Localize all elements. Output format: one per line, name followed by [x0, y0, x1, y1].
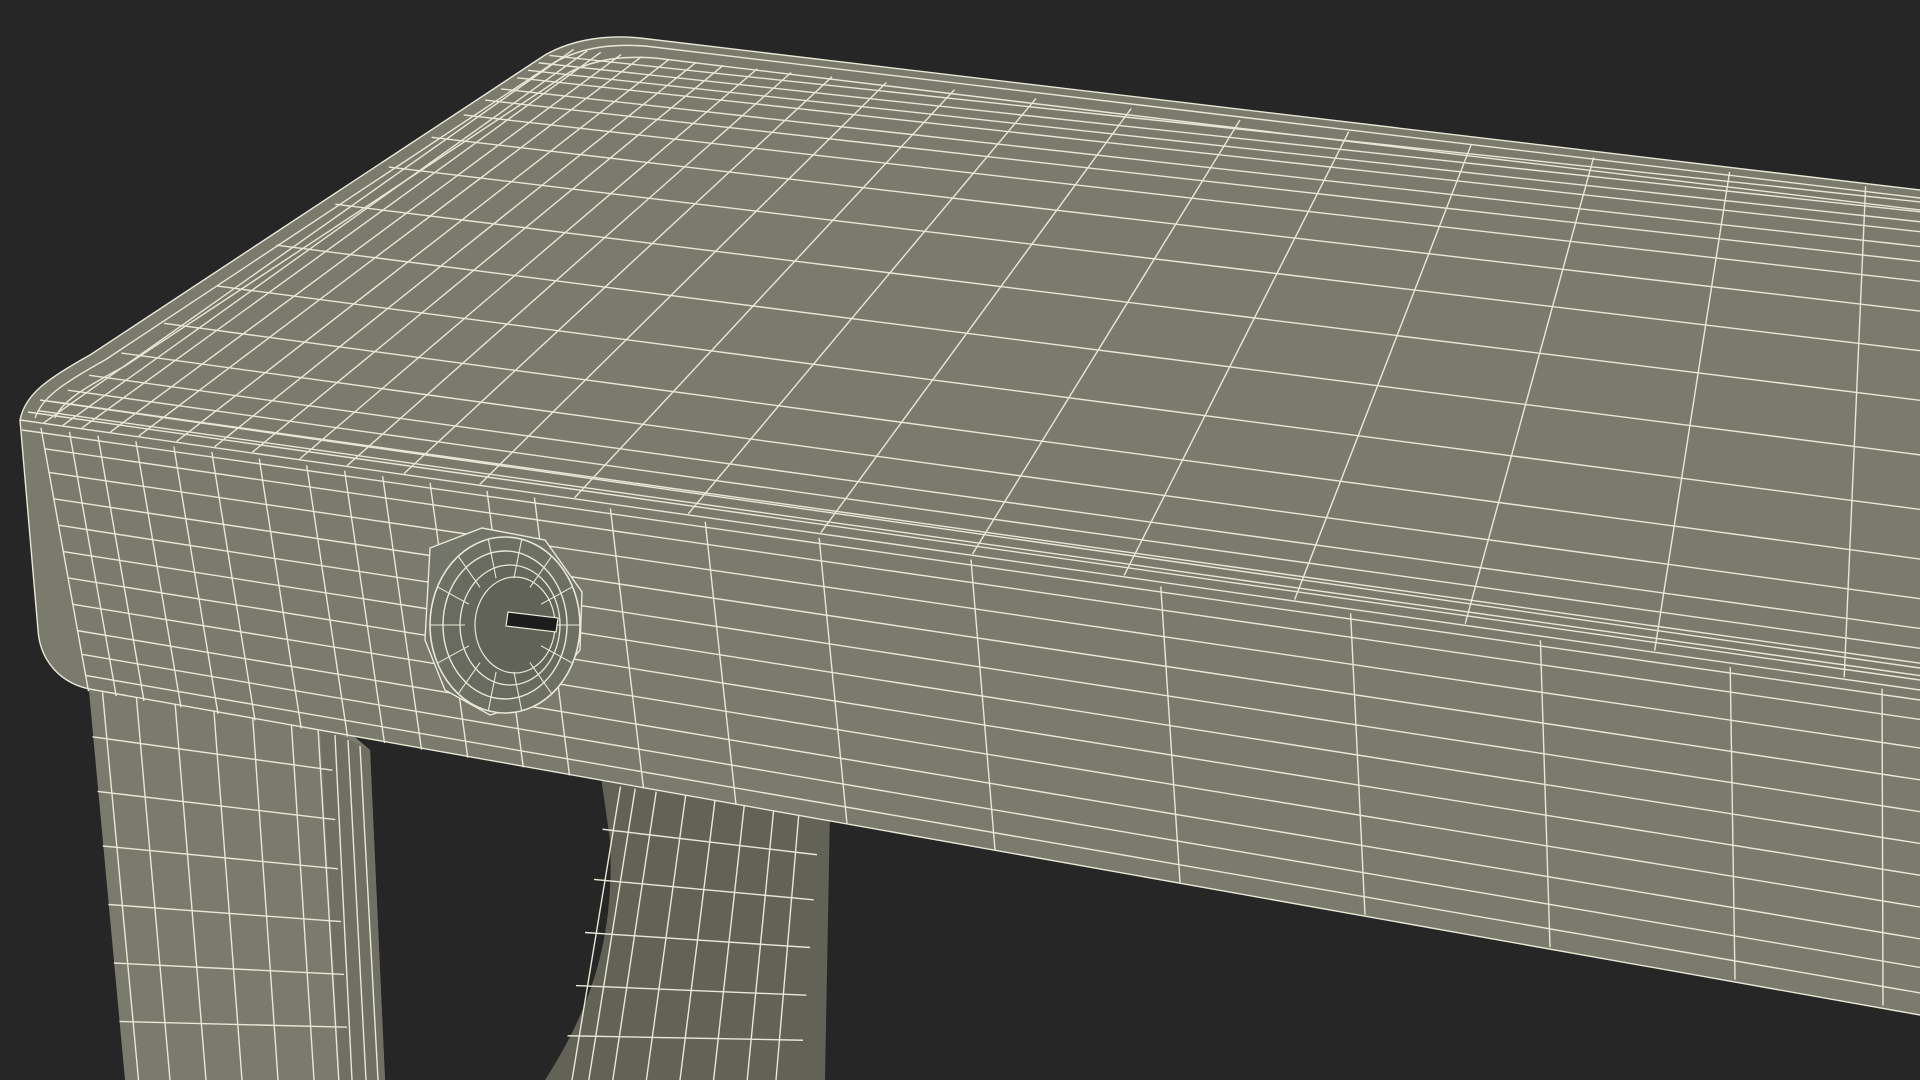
wireframe-desk-render — [0, 0, 1920, 1080]
front-leg — [88, 680, 385, 1080]
render-viewport — [0, 0, 1920, 1080]
